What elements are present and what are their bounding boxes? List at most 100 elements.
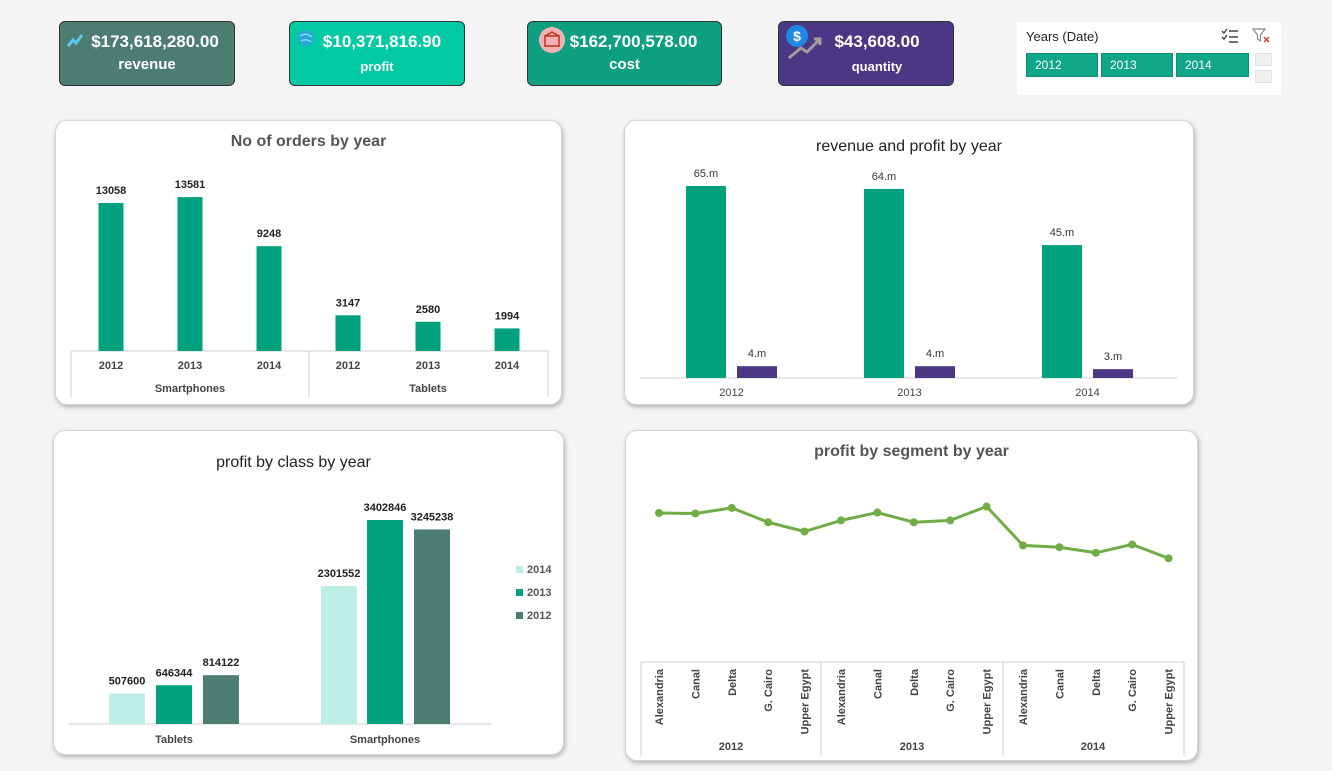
class-bar [367, 520, 403, 724]
profit-segment-chart: Alexandria Canal Delta G. Cairo Upper Egypt 2… [640, 502, 1185, 756]
kpi-revenue: $173,618,280.00 revenue [59, 21, 235, 86]
kpi-revenue-value: $173,618,280.00 [91, 32, 219, 51]
revprofit-data-label: 3.m [1104, 351, 1122, 363]
class-legend-label: 2013 [527, 587, 551, 599]
clear-filter-icon[interactable] [1251, 28, 1270, 49]
segment-point [837, 516, 845, 525]
revprofit-bar [737, 366, 777, 378]
globe-icon [296, 28, 316, 53]
segment-point [1164, 554, 1173, 563]
slicer-scroll-down[interactable] [1255, 70, 1272, 83]
class-bar [414, 529, 450, 724]
orders-data-label: 3147 [336, 297, 360, 309]
class-data-label: 814122 [203, 657, 240, 669]
revprofit-bar [915, 366, 955, 378]
orders-bar [335, 315, 361, 351]
segment-x-tick: Upper Egypt [800, 669, 812, 735]
segment-group-label: 2013 [900, 741, 924, 753]
segment-x-tick: Canal [872, 669, 884, 699]
orders-x-tick: 2013 [416, 360, 440, 372]
segment-x-tick: Delta [1091, 668, 1103, 696]
orders-data-label: 9248 [257, 228, 281, 240]
orders-data-label: 13058 [96, 185, 127, 197]
segment-x-tick: G. Cairo [1127, 669, 1139, 712]
segment-x-tick: Canal [1054, 669, 1066, 699]
segment-point [727, 503, 736, 512]
orders-data-label: 1994 [495, 310, 520, 322]
revenue-profit-chart-card: revenue and profit by year 65.m 4.m 2012 64… [624, 120, 1194, 405]
multi-select-icon[interactable] [1221, 28, 1239, 49]
revprofit-bar [686, 186, 726, 378]
segment-point [800, 527, 809, 536]
segment-line [658, 505, 1170, 560]
segment-point [1128, 540, 1137, 549]
revprofit-bar [864, 188, 904, 378]
profit-segment-chart-card: profit by segment by year Alexandria Cana… [625, 430, 1198, 761]
orders-data-label: 13581 [175, 179, 206, 191]
segment-x-tick: Upper Egypt [982, 669, 994, 735]
class-data-label: 507600 [109, 676, 146, 688]
orders-x-tick: 2012 [99, 360, 123, 372]
orders-bar [256, 246, 282, 351]
orders-bar [98, 203, 124, 351]
class-data-label: 3402846 [364, 502, 407, 514]
cost-icon [538, 26, 566, 59]
segment-x-tick: Alexandria [836, 668, 848, 725]
orders-bar [415, 321, 441, 351]
revprofit-x-tick: 2013 [897, 387, 921, 399]
segment-point [1055, 543, 1064, 552]
years-slicer: Years (Date) 2012 2013 2014 [1017, 22, 1281, 95]
revprofit-data-label: 4.m [926, 348, 944, 360]
kpi-revenue-label: revenue [118, 56, 176, 73]
slicer-title: Years (Date) [1026, 29, 1099, 44]
class-x-tick: Smartphones [350, 734, 420, 746]
class-data-label: 2301552 [318, 568, 361, 580]
profit-class-chart-card: profit by class by year 507600 646344 8141… [53, 430, 564, 755]
segment-x-tick: Canal [690, 669, 702, 699]
revprofit-x-tick: 2014 [1075, 387, 1099, 399]
class-legend-swatch [516, 566, 523, 573]
orders-data-label: 2580 [416, 304, 440, 316]
class-legend-label: 2012 [527, 610, 551, 622]
slicer-item-2013[interactable]: 2013 [1101, 53, 1173, 77]
revprofit-bar [1093, 369, 1133, 378]
segment-x-tick: G. Cairo [763, 669, 775, 712]
revprofit-data-label: 64.m [872, 171, 896, 183]
revenue-profit-chart: 65.m 4.m 2012 64.m 4.m 2013 45.m 3.m 2014 [640, 168, 1177, 399]
orders-x-tick: 2014 [257, 360, 282, 372]
class-x-tick: Tablets [155, 734, 193, 746]
segment-x-tick: Delta [727, 668, 739, 696]
profit-class-chart: 507600 646344 814122 Tablets 2301552 3402846 3… [69, 502, 552, 746]
orders-group-label: Smartphones [155, 383, 225, 395]
revprofit-x-tick: 2012 [719, 387, 743, 399]
revprofit-data-label: 45.m [1050, 227, 1074, 239]
kpi-quantity: $ $43,608.00 quantity [778, 21, 954, 86]
class-legend-label: 2014 [527, 564, 552, 576]
slicer-item-2012[interactable]: 2012 [1026, 53, 1098, 77]
segment-x-tick: Delta [909, 668, 921, 696]
segment-group-label: 2014 [1081, 741, 1106, 753]
segment-group-label: 2012 [719, 741, 743, 753]
segment-point [982, 502, 991, 511]
segment-x-tick: Upper Egypt [1164, 669, 1176, 735]
class-legend-swatch [516, 612, 523, 619]
class-data-label: 646344 [156, 667, 194, 679]
dollar-growth-icon: $ [783, 24, 823, 65]
slicer-item-2014[interactable]: 2014 [1176, 53, 1249, 77]
kpi-profit: $10,371,816.90 profit [289, 21, 465, 86]
orders-group-label: Tablets [409, 383, 447, 395]
revprofit-data-label: 4.m [748, 348, 766, 360]
segment-point [655, 509, 663, 517]
orders-bar [177, 197, 203, 351]
segment-point [691, 509, 700, 518]
orders-x-tick: 2014 [495, 360, 520, 372]
slicer-scroll-up[interactable] [1255, 53, 1272, 66]
segment-point [764, 518, 773, 527]
segment-x-tick: G. Cairo [945, 669, 957, 712]
orders-chart: 13058 2012 13581 2013 9248 2014 Smartphones 314… [70, 179, 549, 397]
revprofit-bar [1042, 245, 1082, 378]
orders-x-tick: 2012 [336, 360, 360, 372]
class-data-label: 3245238 [411, 511, 454, 523]
class-bar [156, 685, 192, 724]
class-bar [109, 693, 145, 724]
